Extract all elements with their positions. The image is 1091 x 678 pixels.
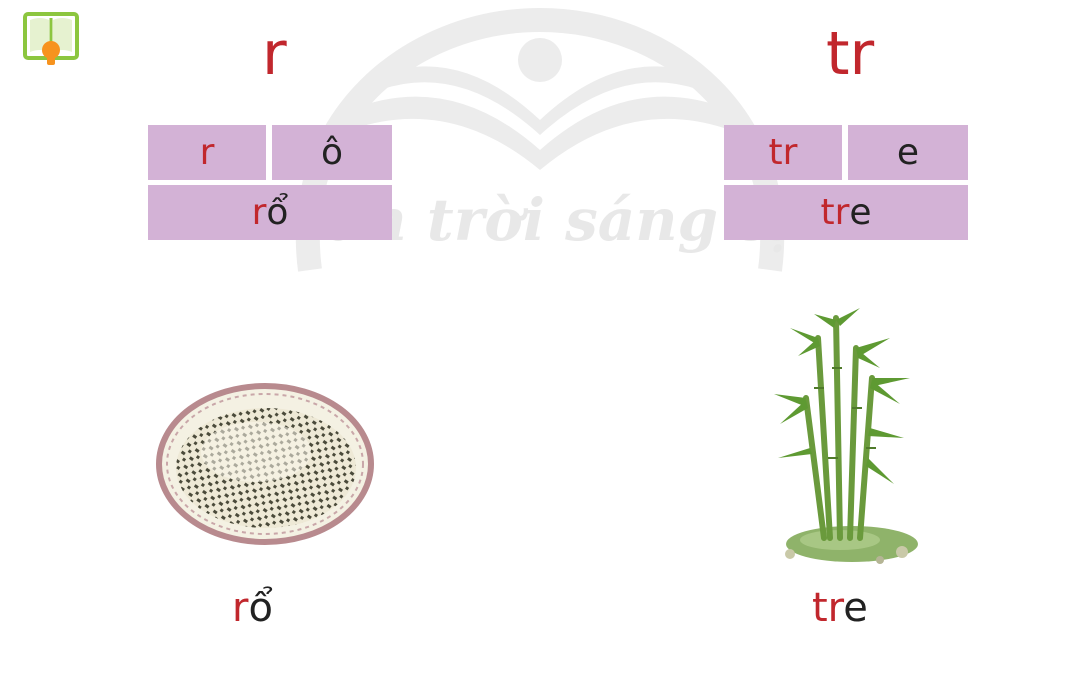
left-cell-consonant: r [148, 125, 266, 180]
left-caption-onset: r [232, 585, 249, 631]
left-heading: r [262, 19, 287, 89]
right-caption-rhyme: e [843, 585, 868, 631]
left-word-onset: r [251, 192, 267, 233]
right-caption-onset: tr [812, 585, 844, 631]
left-caption-rhyme: ổ [248, 585, 273, 631]
left-cell-vowel: ô [272, 125, 392, 180]
book-lightbulb-icon[interactable] [22, 10, 80, 68]
bamboo-image [774, 308, 918, 564]
right-heading: tr [826, 19, 875, 89]
right-caption: tre [812, 588, 868, 628]
right-cell-word: tr e [724, 185, 968, 240]
right-word-onset: tr [820, 192, 850, 233]
right-cell-consonant: tr [724, 125, 842, 180]
left-word-rhyme: ổ [266, 192, 289, 233]
left-cell-word: rổ [148, 185, 392, 240]
right-word-rhyme: e [849, 192, 872, 233]
left-caption: rổ [232, 588, 273, 628]
basket-image [156, 383, 374, 545]
right-cell-vowel: e [848, 125, 968, 180]
